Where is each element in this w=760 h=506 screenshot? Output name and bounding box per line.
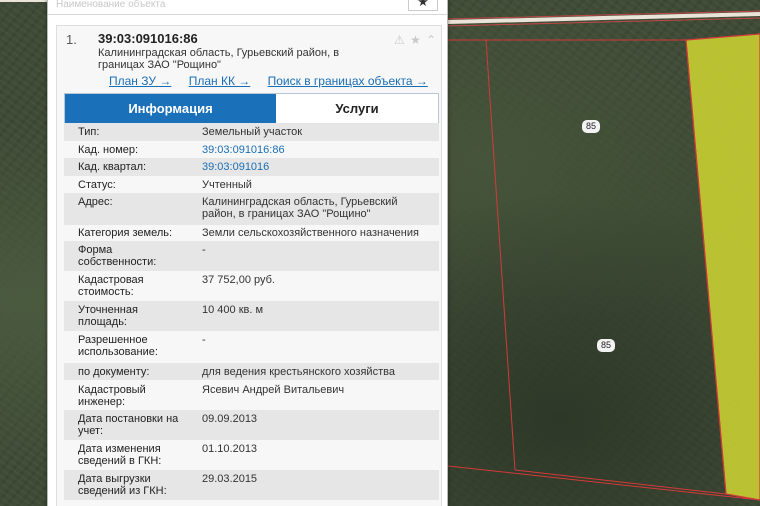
tab-information[interactable]: Информация xyxy=(65,94,276,123)
road-number-label: 85 xyxy=(597,339,616,352)
table-row: Кад. квартал: 39:03:091016 xyxy=(64,158,439,176)
info-tabs: Информация Услуги xyxy=(64,93,439,124)
row-value: - xyxy=(202,334,206,346)
row-value: 10 400 кв. м xyxy=(202,304,264,316)
table-row: Кадастровая стоимость: 37 752,00 руб. xyxy=(64,271,439,301)
header-faded-text: Наименование объекта xyxy=(56,0,166,10)
table-row: Кад. номер: 39:03:091016:86 xyxy=(64,141,439,158)
row-value: 01.10.2013 xyxy=(202,443,258,455)
row-label: Форма собственности: xyxy=(78,244,157,268)
row-value: 37 752,00 руб. xyxy=(202,274,275,286)
row-label: Разрешенное использование: xyxy=(78,334,158,358)
row-label: Дата выгрузки сведений из ГКН: xyxy=(78,473,167,497)
row-label: Дата изменения сведений в ГКН: xyxy=(78,443,162,467)
row-value: 09.09.2013 xyxy=(202,413,258,425)
row-label: Дата постановки на учет: xyxy=(78,413,179,437)
row-value: Ясевич Андрей Витальевич xyxy=(202,384,345,396)
row-value: - xyxy=(202,244,206,256)
row-value-link[interactable]: 39:03:091016:86 xyxy=(202,144,434,156)
table-row: Дата постановки на учет: 09.09.2013 xyxy=(64,410,439,440)
parcel-info-panel: Наименование объекта ★ 1. 39:03:091016:8… xyxy=(47,0,448,506)
row-value: Земли сельскохозяйственного назначения xyxy=(202,227,419,239)
road-number-label: 85 xyxy=(582,120,601,133)
row-value: Калининградская область, Гурьевский райо… xyxy=(202,196,398,220)
table-row: Уточненная площадь: 10 400 кв. м xyxy=(64,301,439,331)
panel-header: Наименование объекта ★ xyxy=(48,0,447,15)
result-address-line: Калининградская область, Гурьевский райо… xyxy=(98,47,340,59)
table-row: Статус: Учтенный xyxy=(64,176,439,193)
row-label: Статус: xyxy=(78,179,116,191)
row-value: Земельный участок xyxy=(202,126,303,138)
parcel-boundary xyxy=(448,39,727,495)
result-links: План ЗУ → План КК → Поиск в границах объ… xyxy=(109,74,442,88)
row-value-link[interactable]: 39:03:091016 xyxy=(202,161,434,173)
result-cad-number[interactable]: 39:03:091016:86 xyxy=(98,31,198,46)
table-row: Тип: Земельный участок xyxy=(64,123,439,141)
row-label: Тип: xyxy=(78,126,100,138)
row-value: 29.03.2015 xyxy=(202,473,258,485)
plan-zu-link[interactable]: План ЗУ → xyxy=(109,74,171,88)
parcel-boundary xyxy=(485,39,516,471)
favorite-button[interactable]: ★ xyxy=(408,0,438,11)
row-label: Кадастровая стоимость: xyxy=(78,274,144,298)
table-row: Форма собственности: - xyxy=(64,241,439,271)
row-label: по документу: xyxy=(78,366,150,378)
plan-kk-link[interactable]: План КК → xyxy=(189,74,251,88)
row-label: Адрес: xyxy=(78,196,113,208)
table-row: Кадастровый инженер: Ясевич Андрей Витал… xyxy=(64,380,439,410)
row-label: Уточненная площадь: xyxy=(78,304,138,328)
tab-services[interactable]: Услуги xyxy=(276,94,438,123)
selected-parcel[interactable] xyxy=(685,33,760,501)
result-address-line: границах ЗАО "Рощино" xyxy=(98,59,221,71)
table-row: Дата выгрузки сведений из ГКН: 29.03.201… xyxy=(64,470,439,500)
result-action-icons[interactable]: ⚠ ★ ⌃ xyxy=(394,33,437,47)
row-value: Учтенный xyxy=(202,179,252,191)
table-row: Категория земель: Земли сельскохозяйстве… xyxy=(64,225,439,241)
result-number: 1. xyxy=(66,32,77,47)
table-row: Дата изменения сведений в ГКН: 01.10.201… xyxy=(64,440,439,470)
attributes-table: Тип: Земельный участок Кад. номер: 39:03… xyxy=(64,123,439,500)
result-address: Калининградская область, Гурьевский райо… xyxy=(98,47,398,71)
row-label: Кадастровый инженер: xyxy=(78,384,146,408)
row-label: Кад. квартал: xyxy=(78,161,147,173)
row-value: для ведения крестьянского хозяйства xyxy=(202,366,395,378)
table-row: Адрес: Калининградская область, Гурьевск… xyxy=(64,193,439,225)
table-row: по документу: для ведения крестьянского … xyxy=(64,363,439,380)
parcel-boundary xyxy=(447,465,760,501)
table-row: Разрешенное использование: - xyxy=(64,331,439,363)
row-label: Категория земель: xyxy=(78,227,173,239)
search-in-bounds-link[interactable]: Поиск в границах объекта → xyxy=(268,74,428,88)
row-label: Кад. номер: xyxy=(78,144,139,156)
